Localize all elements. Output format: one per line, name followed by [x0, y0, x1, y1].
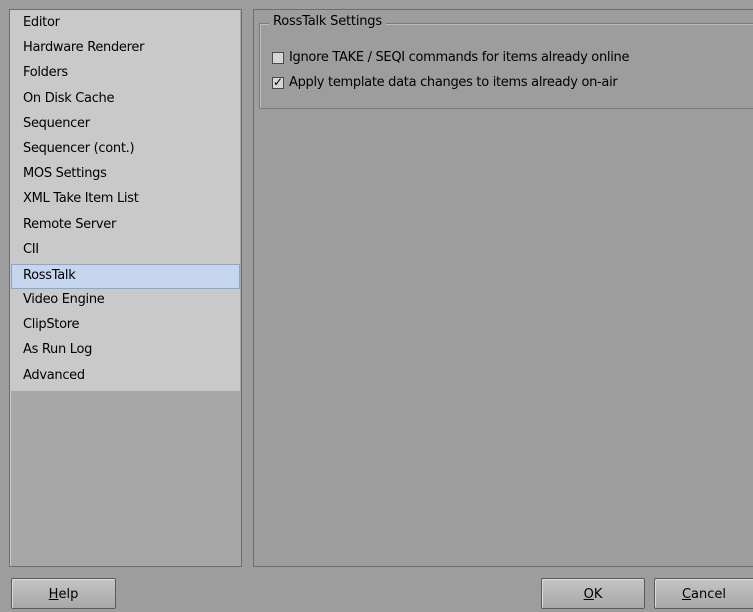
help-mnemonic: H [48, 587, 59, 602]
sidebar-item-xml-take-item-list[interactable]: XML Take Item List [11, 188, 240, 213]
group-title: RossTalk Settings [269, 14, 386, 29]
category-items: Editor Hardware Renderer Folders On Disk… [11, 12, 240, 390]
sidebar-item-sequencer[interactable]: Sequencer [11, 113, 240, 138]
sidebar-item-folders[interactable]: Folders [11, 62, 240, 87]
apply-template-data-checkbox[interactable]: ✓ [272, 74, 284, 89]
cancel-mnemonic: C [681, 587, 692, 602]
sidebar-item-cii[interactable]: CII [11, 239, 240, 264]
ignore-take-seqi-option[interactable]: Ignore TAKE / SEQI commands for items al… [272, 50, 629, 65]
sidebar-item-rosstalk[interactable]: RossTalk [11, 263, 240, 290]
settings-content-panel: RossTalk Settings Ignore TAKE / SEQI com… [253, 9, 753, 567]
checkmark-icon: ✓ [273, 74, 283, 89]
ignore-take-seqi-checkbox[interactable] [272, 51, 284, 64]
sidebar-item-editor[interactable]: Editor [11, 12, 240, 37]
ignore-take-seqi-label: Ignore TAKE / SEQI commands for items al… [289, 50, 630, 65]
sidebar-item-sequencer-cont[interactable]: Sequencer (cont.) [11, 138, 240, 163]
help-label: elp [58, 587, 79, 602]
sidebar-item-hardware-renderer[interactable]: Hardware Renderer [11, 37, 240, 62]
settings-category-list[interactable]: Editor Hardware Renderer Folders On Disk… [9, 9, 242, 567]
apply-template-data-option[interactable]: ✓ Apply template data changes to items a… [272, 74, 618, 90]
ok-label: K [593, 587, 603, 602]
apply-template-data-label: Apply template data changes to items alr… [289, 75, 618, 90]
cancel-button[interactable]: Cancel [654, 578, 753, 609]
ok-button[interactable]: OK [541, 578, 645, 609]
sidebar-item-as-run-log[interactable]: As Run Log [11, 339, 240, 364]
sidebar-item-clipstore[interactable]: ClipStore [11, 314, 240, 339]
sidebar-item-advanced[interactable]: Advanced [11, 365, 240, 390]
ok-mnemonic: O [583, 587, 594, 602]
sidebar-item-video-engine[interactable]: Video Engine [11, 289, 240, 314]
cancel-label: ancel [691, 587, 727, 602]
settings-dialog: Editor Hardware Renderer Folders On Disk… [0, 0, 753, 612]
sidebar-item-mos-settings[interactable]: MOS Settings [11, 163, 240, 188]
rosstalk-settings-group: RossTalk Settings Ignore TAKE / SEQI com… [259, 14, 753, 109]
help-button[interactable]: Help [11, 578, 116, 609]
sidebar-item-on-disk-cache[interactable]: On Disk Cache [11, 88, 240, 113]
sidebar-item-remote-server[interactable]: Remote Server [11, 214, 240, 239]
